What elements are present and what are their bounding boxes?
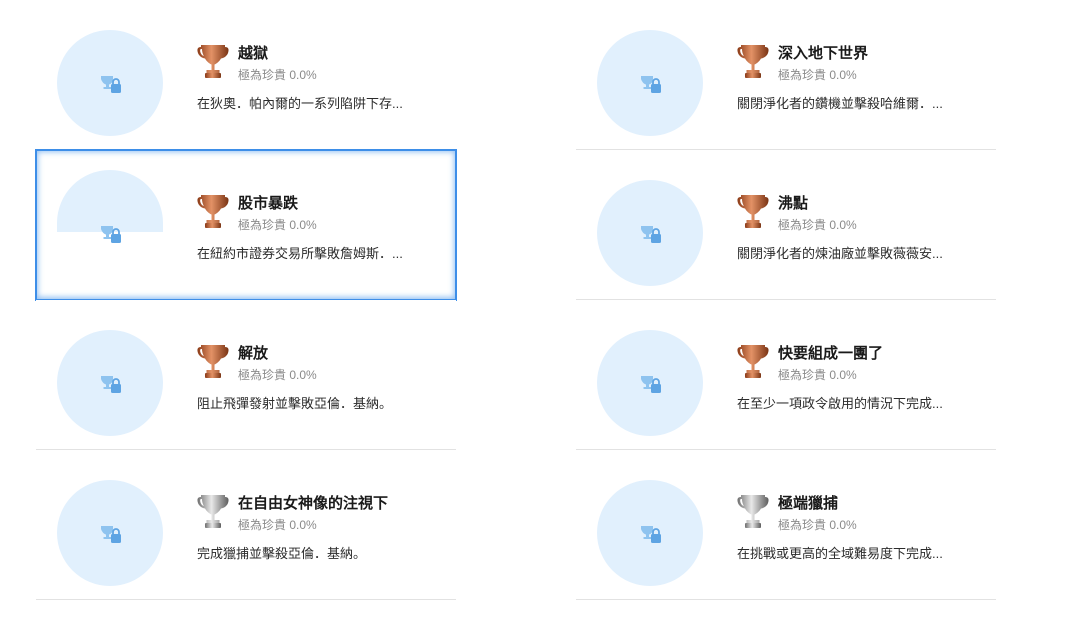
locked-trophy-icon	[101, 376, 121, 393]
trophy-description: 完成獵捕並擊殺亞倫．基納。	[197, 546, 367, 561]
trophy-card[interactable]: 極端獵捕 極為珍貴 0.0% 在挑戰或更高的全域難易度下完成...	[576, 450, 996, 600]
trophy-rarity: 極為珍貴 0.0%	[238, 518, 317, 532]
trophy-description: 在至少一項政令啟用的情況下完成...	[737, 396, 943, 411]
trophy-card[interactable]: 越獄 極為珍貴 0.0% 在狄奧．帕內爾的一系列陷阱下存...	[36, 0, 456, 150]
trophy-card-selected[interactable]: 股市暴跌 極為珍貴 0.0% 在紐約市證券交易所擊敗詹姆斯．...	[35, 149, 457, 301]
silver-trophy-icon	[737, 495, 769, 528]
trophy-title: 解放	[238, 345, 269, 362]
locked-trophy-icon	[641, 376, 661, 393]
trophy-list-left: 越獄 極為珍貴 0.0% 在狄奧．帕內爾的一系列陷阱下存... 股市暴跌 極為珍…	[35, 0, 457, 600]
bronze-trophy-icon	[197, 45, 229, 78]
trophy-description: 關閉淨化者的煉油廠並擊敗薇薇安...	[737, 246, 943, 261]
bronze-trophy-icon	[737, 345, 769, 378]
trophy-rarity: 極為珍貴 0.0%	[778, 518, 857, 532]
trophy-card[interactable]: 沸點 極為珍貴 0.0% 關閉淨化者的煉油廠並擊敗薇薇安...	[576, 150, 996, 300]
bronze-trophy-icon	[197, 345, 229, 378]
trophy-rarity: 極為珍貴 0.0%	[238, 368, 317, 382]
trophy-description: 在狄奧．帕內爾的一系列陷阱下存...	[197, 96, 403, 111]
trophy-description: 關閉淨化者的鑽機並擊殺哈維爾．...	[737, 96, 943, 111]
trophy-description: 阻止飛彈發射並擊敗亞倫．基納。	[197, 396, 393, 411]
bronze-trophy-icon	[197, 195, 229, 228]
trophy-card[interactable]: 深入地下世界 極為珍貴 0.0% 關閉淨化者的鑽機並擊殺哈維爾．...	[576, 0, 996, 150]
trophy-title: 深入地下世界	[778, 45, 869, 62]
trophy-card[interactable]: 在自由女神像的注視下 極為珍貴 0.0% 完成獵捕並擊殺亞倫．基納。	[36, 450, 456, 600]
trophy-title: 極端獵捕	[778, 495, 839, 512]
trophy-title: 股市暴跌	[238, 195, 299, 212]
trophy-rarity: 極為珍貴 0.0%	[778, 68, 857, 82]
trophy-description: 在紐約市證券交易所擊敗詹姆斯．...	[197, 246, 403, 261]
trophy-card[interactable]: 解放 極為珍貴 0.0% 阻止飛彈發射並擊敗亞倫．基納。	[36, 300, 456, 450]
silver-trophy-icon	[197, 495, 229, 528]
trophy-card[interactable]: 快要組成一團了 極為珍貴 0.0% 在至少一項政令啟用的情況下完成...	[576, 300, 996, 450]
locked-trophy-icon	[101, 226, 121, 243]
locked-trophy-icon	[641, 526, 661, 543]
trophy-description: 在挑戰或更高的全域難易度下完成...	[737, 546, 943, 561]
locked-trophy-icon	[101, 76, 121, 93]
trophy-list-right: 深入地下世界 極為珍貴 0.0% 關閉淨化者的鑽機並擊殺哈維爾．... 沸點 極…	[576, 0, 996, 600]
trophy-rarity: 極為珍貴 0.0%	[778, 218, 857, 232]
trophy-rarity: 極為珍貴 0.0%	[778, 368, 857, 382]
trophy-title: 越獄	[238, 45, 269, 62]
locked-trophy-icon	[101, 526, 121, 543]
trophy-title: 沸點	[778, 195, 809, 212]
trophy-rarity: 極為珍貴 0.0%	[238, 68, 317, 82]
trophy-rarity: 極為珍貴 0.0%	[238, 218, 317, 232]
trophy-title: 快要組成一團了	[778, 345, 884, 362]
bronze-trophy-icon	[737, 45, 769, 78]
locked-trophy-icon	[641, 226, 661, 243]
bronze-trophy-icon	[737, 195, 769, 228]
trophy-title: 在自由女神像的注視下	[238, 495, 389, 512]
locked-trophy-icon	[641, 76, 661, 93]
